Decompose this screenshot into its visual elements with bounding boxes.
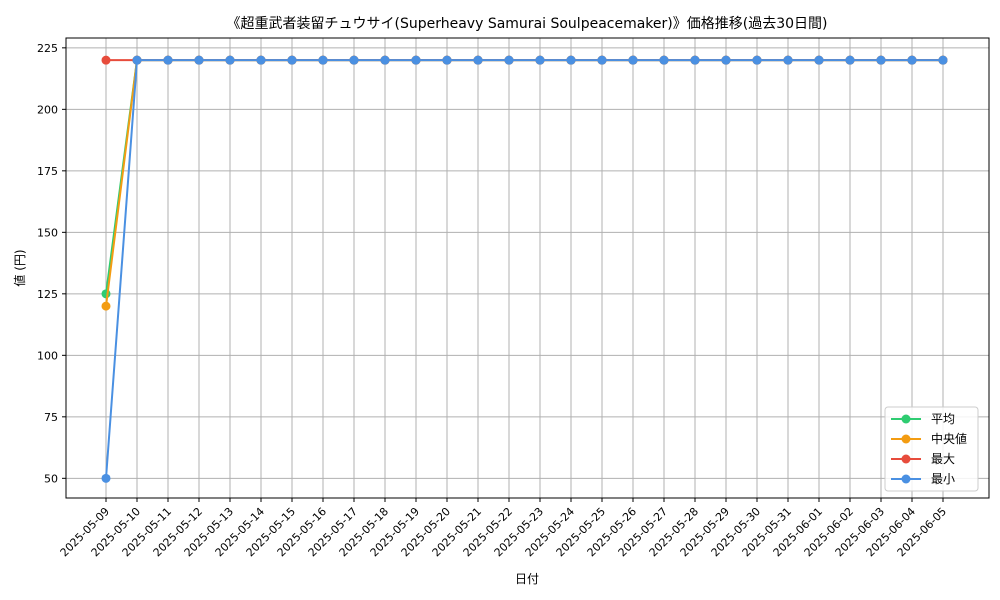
data-point [132,55,142,65]
data-point [597,55,607,65]
data-point [194,55,204,65]
data-point [628,55,638,65]
data-point [845,55,855,65]
data-point [566,55,576,65]
data-point [876,55,886,65]
y-axis: 50 75 100 125 150 175 200 225 [37,42,66,485]
data-point [442,55,452,65]
legend: 平均中央値最大最小 [884,406,979,492]
price-chart: 《超重武者装留チュウサイ(Superheavy Samurai Soulpeac… [12,16,990,586]
data-point [721,55,731,65]
legend-label: 中央値 [931,431,967,446]
y-tick-label: 125 [37,288,58,301]
legend-marker [901,474,911,484]
data-point [225,55,235,65]
data-point [473,55,483,65]
legend-label: 平均 [931,412,955,426]
series-line [105,59,943,307]
plot-area-frame [65,37,990,499]
data-point [101,289,111,299]
y-tick-label: 175 [37,165,58,178]
data-point [783,55,793,65]
legend-marker [901,434,911,444]
data-point [318,55,328,65]
data-point [380,55,390,65]
series-line [105,59,943,294]
y-tick-label: 150 [37,226,58,239]
series-layer [101,55,948,483]
grid [66,38,989,498]
y-tick-label: 100 [37,349,58,362]
data-point [163,55,173,65]
legend-marker [901,454,911,464]
data-point [907,55,917,65]
y-tick-label: 75 [44,411,58,424]
series-line [105,59,943,479]
legend-label: 最小 [931,472,955,486]
data-point [752,55,762,65]
y-tick-label: 200 [37,103,58,116]
y-tick-label: 225 [37,42,58,55]
data-point [101,301,111,311]
chart-title: 《超重武者装留チュウサイ(Superheavy Samurai Soulpeac… [227,16,828,32]
series-0 [101,55,948,299]
y-tick-label: 50 [44,472,58,485]
legend-label: 最大 [931,452,955,466]
data-point [101,473,111,483]
data-point [504,55,514,65]
x-axis-label: 日付 [515,572,539,586]
data-point [101,55,111,65]
x-axis: 2025-05-092025-05-102025-05-112025-05-12… [58,498,949,559]
series-1 [101,55,948,311]
data-point [814,55,824,65]
data-point [938,55,948,65]
data-point [349,55,359,65]
legend-marker [901,414,911,424]
data-point [690,55,700,65]
y-axis-label: 値 (円) [12,249,27,286]
data-point [535,55,545,65]
data-point [659,55,669,65]
data-point [256,55,266,65]
data-point [411,55,421,65]
series-3 [101,55,948,483]
data-point [287,55,297,65]
